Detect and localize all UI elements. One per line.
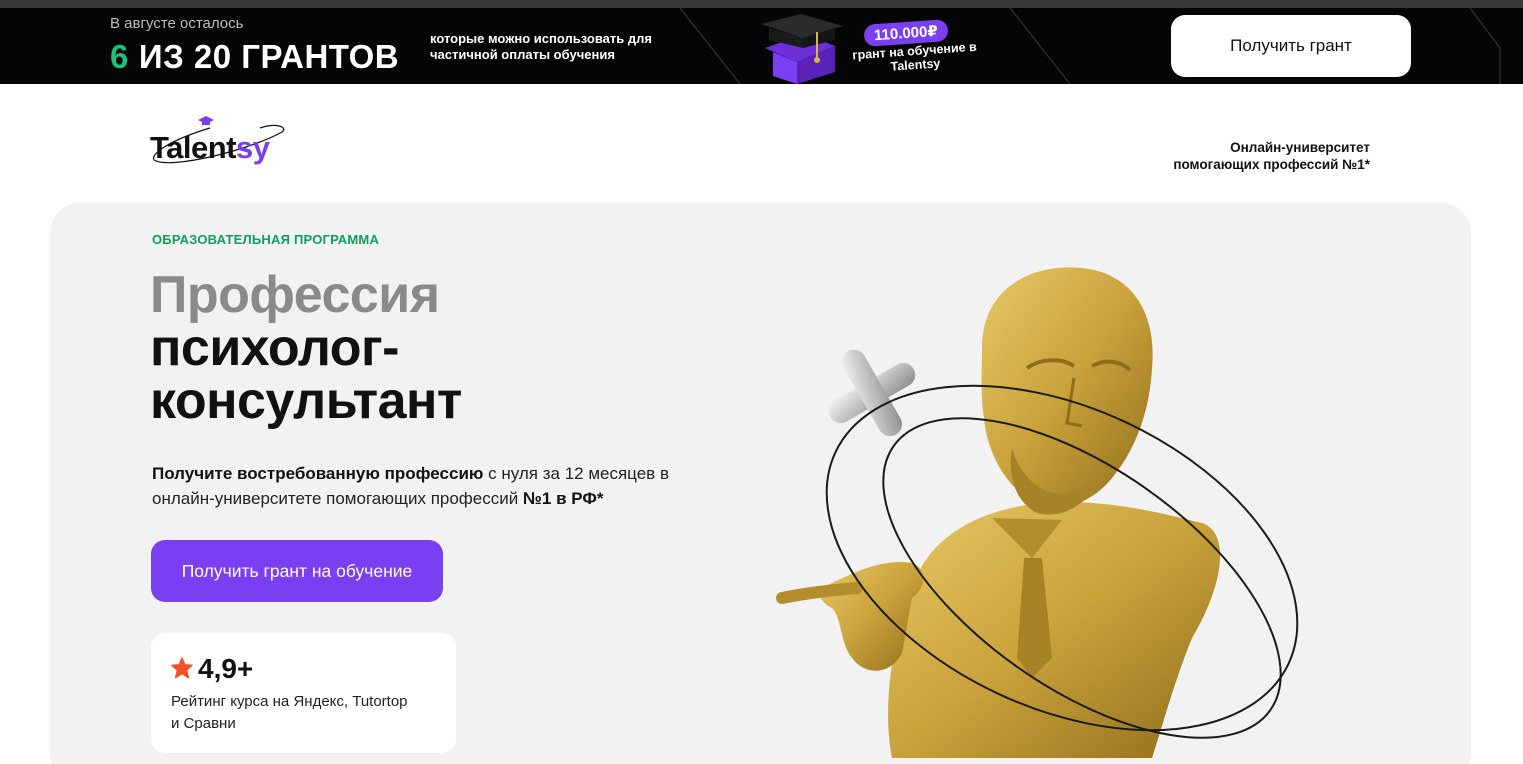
- grants-count: 6 ИЗ 20 ГРАНТОВ: [110, 38, 399, 76]
- get-study-grant-button[interactable]: Получить грант на обучение: [151, 540, 443, 602]
- title-line3: консультант: [150, 372, 462, 430]
- hero-lead: Получите востребованную профессию с нуля…: [152, 461, 732, 511]
- grants-text: ИЗ 20 ГРАНТОВ: [138, 38, 400, 75]
- rating-score: 4,9+: [198, 653, 254, 684]
- graduation-cap-icon: [761, 14, 843, 84]
- rating-card: 4,9+ Рейтинг курса на Яндекс, Tutortop и…: [151, 633, 456, 753]
- program-eyebrow: ОБРАЗОВАТЕЛЬНАЯ ПРОГРАММА: [152, 232, 380, 247]
- bust-illustration: [776, 267, 1299, 758]
- tagline-line1: Онлайн-университет: [1230, 140, 1370, 155]
- top-strip: [0, 0, 1523, 8]
- title-line2: психолог-: [150, 319, 399, 377]
- logo-text: Talentsy: [150, 130, 270, 166]
- hero-section: ОБРАЗОВАТЕЛЬНАЯ ПРОГРАММА Профессия псих…: [50, 203, 1471, 764]
- lead-bold2: №1 в РФ*: [522, 489, 604, 508]
- header-tagline: Онлайн-университет помогающих профессий …: [1130, 139, 1370, 173]
- talentsy-logo[interactable]: Talentsy: [150, 110, 290, 170]
- logo-main: Talent: [150, 130, 237, 165]
- page-title: Профессия психолог- консультант: [150, 269, 462, 428]
- grants-description: которые можно использовать для частичной…: [430, 31, 652, 62]
- get-grant-button[interactable]: Получить грант: [1171, 15, 1411, 77]
- title-line1: Профессия: [150, 266, 440, 324]
- rating-description: Рейтинг курса на Яндекс, Tutortop и Срав…: [171, 693, 408, 732]
- tagline-line2: помогающих профессий №1*: [1173, 157, 1370, 172]
- grants-remaining-label: В августе осталось: [110, 15, 244, 32]
- grants-number: 6: [110, 38, 129, 75]
- lead-bold: Получите востребованную профессию: [152, 464, 484, 483]
- logo-accent: sy: [236, 130, 270, 165]
- promo-banner: В августе осталось 6 ИЗ 20 ГРАНТОВ которы…: [0, 8, 1523, 84]
- star-icon: [171, 657, 193, 679]
